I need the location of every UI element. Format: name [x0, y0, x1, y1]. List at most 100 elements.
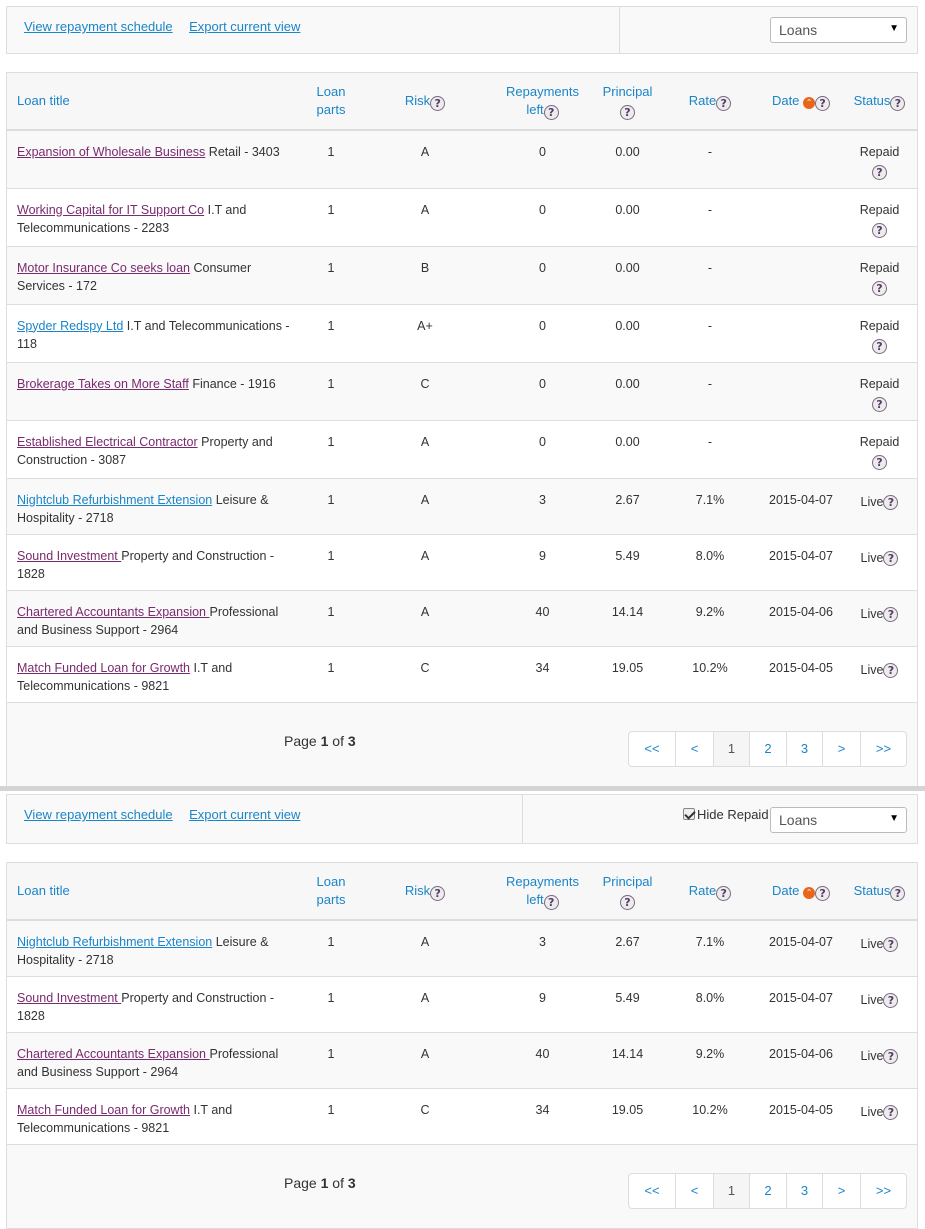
last-page-button[interactable]: >> [860, 731, 906, 766]
cell-principal: 19.05 [595, 1088, 660, 1145]
first-page-button[interactable]: << [629, 732, 675, 766]
help-icon[interactable]: ? [883, 606, 899, 622]
cell-date [760, 362, 842, 421]
cell-risk: C [360, 1088, 490, 1145]
cell-repayments-left: 9 [490, 976, 595, 1033]
cell-principal: 14.14 [595, 1032, 660, 1089]
col-principal[interactable]: Principal? [595, 73, 660, 131]
next-page-button[interactable]: > [822, 1173, 860, 1208]
sort-ascending-icon[interactable]: ⌃ [803, 886, 816, 899]
loans-view-all: View repayment schedule Export current v… [0, 0, 925, 787]
help-icon[interactable]: ? [620, 894, 635, 910]
help-icon[interactable]: ? [890, 95, 906, 111]
loan-title-link[interactable]: Chartered Accountants Expansion [17, 605, 209, 619]
loan-title-link[interactable]: Working Capital for IT Support Co [17, 203, 204, 217]
help-icon[interactable]: ? [883, 494, 899, 510]
hide-repaid-toggle[interactable]: Hide Repaid [683, 807, 769, 822]
last-page-button[interactable]: >> [860, 1173, 906, 1208]
help-icon[interactable]: ? [883, 662, 899, 678]
loan-title-link[interactable]: Match Funded Loan for Growth [17, 1103, 190, 1117]
page-3-button[interactable]: 3 [786, 1173, 822, 1208]
col-principal[interactable]: Principal? [595, 863, 660, 921]
help-icon[interactable]: ? [883, 1048, 899, 1064]
first-page-button[interactable]: << [629, 1174, 675, 1208]
loan-title-link[interactable]: Chartered Accountants Expansion [17, 1047, 209, 1061]
status-text: Live [860, 992, 884, 1007]
col-rate[interactable]: Rate? [660, 73, 760, 131]
loan-title-link[interactable]: Brokerage Takes on More Staff [17, 377, 189, 391]
help-icon[interactable]: ? [716, 885, 732, 901]
help-icon[interactable]: ? [543, 104, 559, 120]
col-repayments-left[interactable]: Repayments left? [490, 863, 595, 921]
sort-ascending-icon[interactable]: ⌃ [803, 96, 816, 109]
help-icon[interactable]: ? [872, 165, 887, 180]
col-date[interactable]: Date ⌃? [760, 73, 842, 131]
status-text: Live [860, 1104, 884, 1119]
view-repayment-schedule-link[interactable]: View repayment schedule [24, 19, 173, 34]
export-current-view-link[interactable]: Export current view [189, 19, 300, 34]
loan-title-link[interactable]: Sound Investment [17, 991, 121, 1005]
loan-title-link[interactable]: Sound Investment [17, 549, 121, 563]
cell-principal: 0.00 [595, 246, 660, 305]
cell-date: 2015-04-06 [760, 1032, 842, 1089]
col-rate[interactable]: Rate? [660, 863, 760, 921]
view-repayment-schedule-link[interactable]: View repayment schedule [24, 807, 173, 822]
help-icon[interactable]: ? [815, 95, 831, 111]
help-icon[interactable]: ? [430, 95, 446, 111]
help-icon[interactable]: ? [872, 222, 887, 238]
page-3-button[interactable]: 3 [786, 731, 822, 766]
help-icon[interactable]: ? [716, 95, 732, 111]
cell-loan-title: Established Electrical Contractor Proper… [7, 420, 302, 479]
prev-page-button[interactable]: < [675, 731, 713, 766]
loan-title-link[interactable]: Spyder Redspy Ltd [17, 319, 123, 333]
loan-title-link[interactable]: Motor Insurance Co seeks loan [17, 261, 190, 275]
loan-type-select[interactable]: Loans ▼ [770, 17, 907, 43]
col-loan-parts[interactable]: Loan parts [302, 863, 360, 921]
help-icon[interactable]: ? [543, 894, 559, 910]
help-icon[interactable]: ? [890, 885, 906, 901]
help-icon[interactable]: ? [430, 885, 446, 901]
help-icon[interactable]: ? [883, 550, 899, 566]
col-loan-parts[interactable]: Loan parts [302, 73, 360, 131]
help-icon[interactable]: ? [883, 1104, 899, 1120]
next-page-button[interactable]: > [822, 731, 860, 766]
help-icon[interactable]: ? [883, 937, 899, 952]
help-icon[interactable]: ? [872, 454, 887, 470]
col-loan-title[interactable]: Loan title [7, 73, 302, 131]
cell-principal: 14.14 [595, 590, 660, 647]
col-date[interactable]: Date ⌃? [760, 863, 842, 921]
loan-title-link[interactable]: Nightclub Refurbishment Extension [17, 935, 212, 949]
cell-risk: C [360, 362, 490, 421]
loan-title-link[interactable]: Expansion of Wholesale Business [17, 145, 205, 159]
hide-repaid-checkbox[interactable] [683, 808, 695, 820]
prev-page-button[interactable]: < [675, 1173, 713, 1208]
export-current-view-link[interactable]: Export current view [189, 807, 300, 822]
loan-title-link[interactable]: Established Electrical Contractor [17, 435, 198, 449]
cell-repayments-left: 3 [490, 920, 595, 977]
loan-title-link[interactable]: Nightclub Refurbishment Extension [17, 493, 212, 507]
cell-loan-title: Expansion of Wholesale Business Retail -… [7, 130, 302, 189]
page-2-button[interactable]: 2 [749, 731, 786, 766]
cell-loan-parts: 1 [302, 1032, 360, 1089]
col-loan-title[interactable]: Loan title [7, 863, 302, 921]
help-icon[interactable]: ? [872, 338, 887, 354]
page-1-button[interactable]: 1 [713, 731, 749, 766]
loan-title-link[interactable]: Match Funded Loan for Growth [17, 661, 190, 675]
page-1-button[interactable]: 1 [713, 1173, 749, 1208]
loan-type-select[interactable]: Loans ▼ [770, 807, 907, 833]
page-2-button[interactable]: 2 [749, 1173, 786, 1208]
help-icon[interactable]: ? [815, 885, 831, 901]
loans-panel: Loan title Loan parts Risk? Repayments lef… [6, 862, 918, 1229]
col-status[interactable]: Status? [842, 73, 917, 131]
help-icon[interactable]: ? [883, 992, 899, 1008]
cell-loan-title: Chartered Accountants Expansion Professi… [7, 590, 302, 647]
col-risk[interactable]: Risk? [360, 863, 490, 921]
col-status[interactable]: Status? [842, 863, 917, 921]
help-icon[interactable]: ? [872, 280, 887, 296]
help-icon[interactable]: ? [620, 104, 635, 120]
help-icon[interactable]: ? [872, 396, 887, 412]
loan-sector: Finance - 1916 [188, 376, 276, 391]
cell-repayments-left: 9 [490, 534, 595, 591]
col-risk[interactable]: Risk? [360, 73, 490, 131]
col-repayments-left[interactable]: Repayments left? [490, 73, 595, 131]
